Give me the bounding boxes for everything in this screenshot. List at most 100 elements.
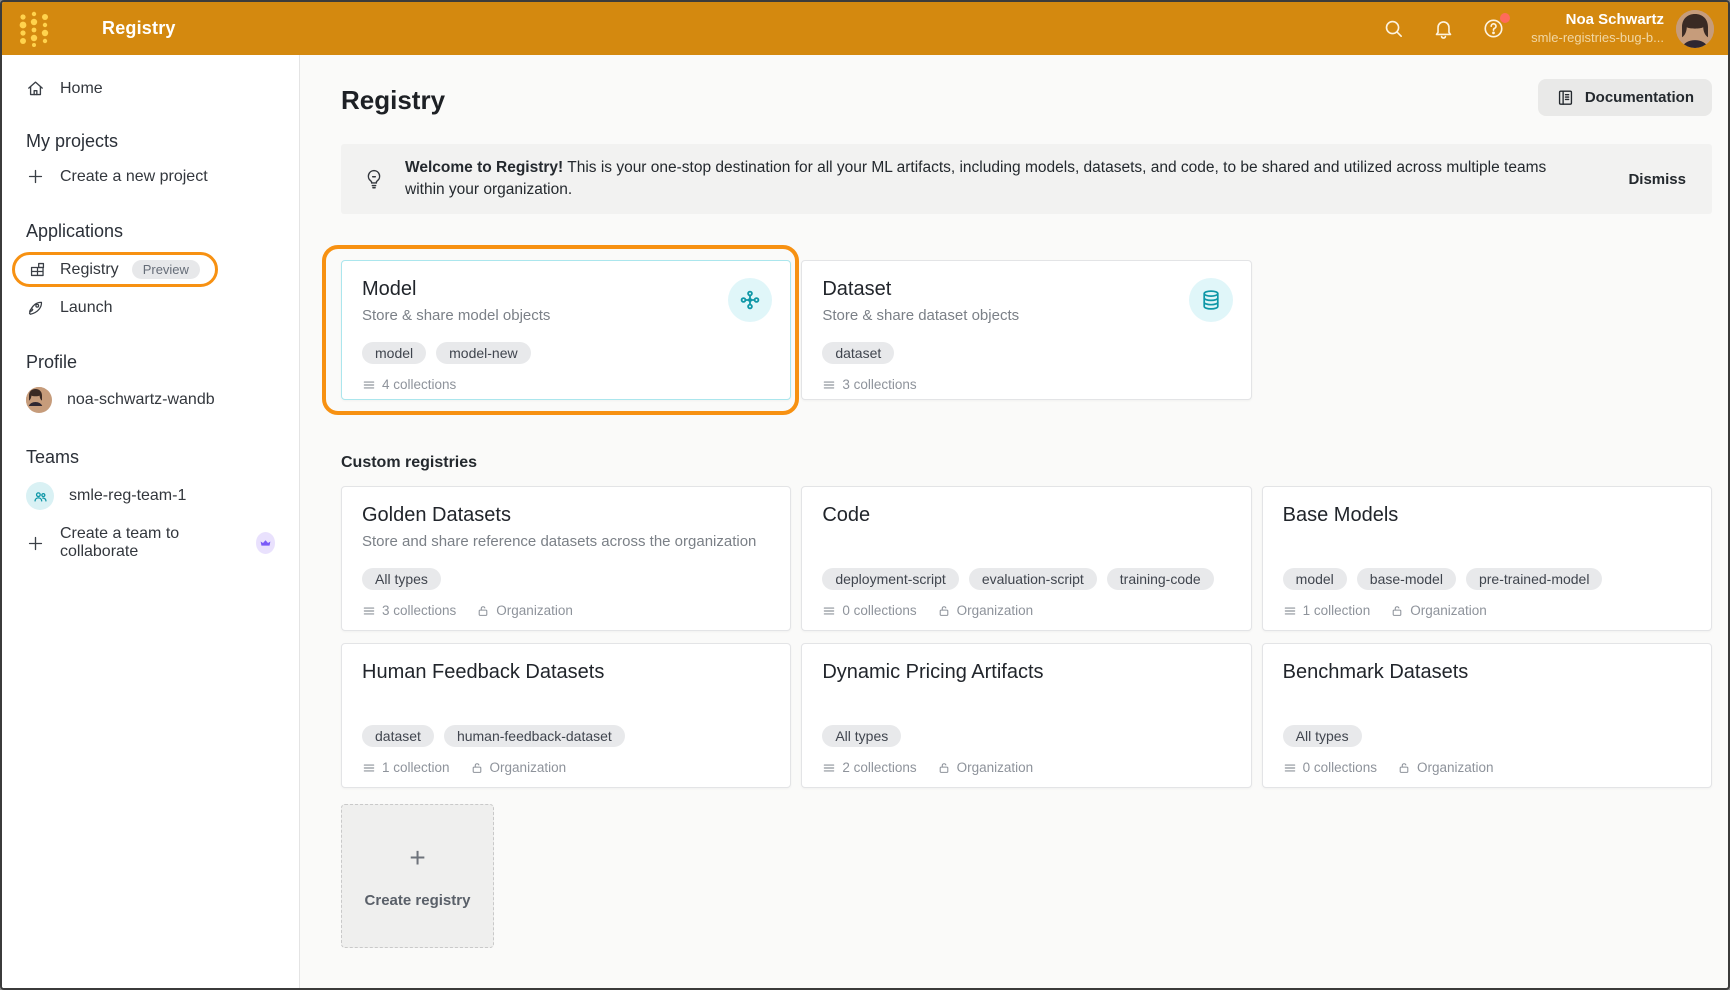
- book-icon: [1556, 88, 1575, 107]
- card-title: Dynamic Pricing Artifacts: [822, 661, 1230, 684]
- sidebar: Home My projects Create a new project Ap…: [2, 55, 300, 988]
- registry-card-benchmark-datasets[interactable]: Benchmark Datasets All types 0 collectio…: [1262, 643, 1712, 788]
- sidebar-item-label: smle-reg-team-1: [69, 487, 186, 505]
- registry-card-model[interactable]: Model Store & share model objects model …: [341, 260, 791, 400]
- card-subtitle: [1283, 533, 1691, 555]
- sidebar-item-create-team[interactable]: Create a team to collaborate: [2, 517, 299, 569]
- sidebar-item-registry[interactable]: Registry Preview: [12, 252, 218, 287]
- tag-pill: All types: [1283, 725, 1362, 747]
- card-title: Model: [362, 278, 770, 301]
- card-title: Benchmark Datasets: [1283, 661, 1691, 684]
- registry-card-dataset[interactable]: Dataset Store & share dataset objects da…: [801, 260, 1251, 400]
- documentation-button[interactable]: Documentation: [1538, 79, 1712, 116]
- registry-grid-icon: [28, 260, 47, 279]
- card-subtitle: Store & share model objects: [362, 307, 770, 329]
- sidebar-item-profile[interactable]: noa-schwartz-wandb: [2, 380, 299, 420]
- card-title: Golden Datasets: [362, 504, 770, 527]
- visibility-label: Organization: [957, 760, 1034, 775]
- sidebar-item-label: Create a new project: [60, 168, 208, 186]
- sidebar-item-create-project[interactable]: Create a new project: [2, 159, 299, 194]
- collections-list-icon: [1283, 604, 1297, 618]
- tag-pill: base-model: [1357, 568, 1456, 590]
- unlock-icon: [937, 761, 951, 775]
- sidebar-item-label: Home: [60, 80, 103, 98]
- create-registry-label: Create registry: [365, 892, 471, 909]
- tag-pill: dataset: [362, 725, 434, 747]
- create-registry-button[interactable]: + Create registry: [341, 804, 494, 948]
- collections-count: 0 collections: [1303, 760, 1377, 775]
- visibility-label: Organization: [957, 603, 1034, 618]
- welcome-banner-body: This is your one-stop destination for al…: [405, 159, 1546, 198]
- notification-dot: [1500, 13, 1510, 23]
- custom-registries-grid: Golden Datasets Store and share referenc…: [341, 486, 1712, 788]
- rocket-icon: [26, 298, 45, 317]
- card-subtitle: [362, 690, 770, 712]
- sidebar-heading-profile: Profile: [2, 352, 299, 373]
- card-subtitle: [822, 533, 1230, 555]
- tag-pill: model: [362, 342, 426, 364]
- registry-card-base-models[interactable]: Base Models model base-model pre-trained…: [1262, 486, 1712, 631]
- tag-pill: model: [1283, 568, 1347, 590]
- preview-badge: Preview: [132, 260, 200, 279]
- collections-list-icon: [362, 604, 376, 618]
- visibility-label: Organization: [496, 603, 573, 618]
- visibility-label: Organization: [1410, 603, 1487, 618]
- collections-count: 1 collection: [1303, 603, 1371, 618]
- collections-list-icon: [822, 761, 836, 775]
- sidebar-item-launch[interactable]: Launch: [2, 290, 299, 325]
- card-title: Base Models: [1283, 504, 1691, 527]
- page-title: Registry: [341, 85, 445, 116]
- help-icon[interactable]: [1481, 17, 1505, 41]
- topbar: Registry Noa Schwartz smle-registries-bu…: [2, 2, 1728, 55]
- sidebar-item-label: noa-schwartz-wandb: [67, 391, 215, 409]
- registry-card-code[interactable]: Code deployment-script evaluation-script…: [801, 486, 1251, 631]
- main-content: Registry Documentation Welcome to Reg: [300, 55, 1728, 988]
- registry-card-dynamic-pricing-artifacts[interactable]: Dynamic Pricing Artifacts All types 2 co…: [801, 643, 1251, 788]
- card-subtitle: Store and share reference datasets acros…: [362, 533, 770, 555]
- sidebar-heading-teams: Teams: [2, 447, 299, 468]
- plus-icon: [26, 167, 45, 186]
- sidebar-heading-applications: Applications: [2, 221, 299, 242]
- collections-count: 0 collections: [842, 603, 916, 618]
- user-menu[interactable]: Noa Schwartz smle-registries-bug-b...: [1531, 11, 1664, 46]
- tag-pill: evaluation-script: [969, 568, 1097, 590]
- sidebar-item-team[interactable]: smle-reg-team-1: [2, 475, 299, 517]
- wandb-logo-icon[interactable]: [16, 9, 52, 49]
- collections-count: 1 collection: [382, 760, 450, 775]
- search-icon[interactable]: [1381, 17, 1405, 41]
- card-title: Dataset: [822, 278, 1230, 301]
- unlock-icon: [476, 604, 490, 618]
- collections-list-icon: [362, 761, 376, 775]
- database-icon: [1189, 278, 1233, 322]
- unlock-icon: [1397, 761, 1411, 775]
- registry-card-human-feedback-datasets[interactable]: Human Feedback Datasets dataset human-fe…: [341, 643, 791, 788]
- welcome-banner: Welcome to Registry! This is your one-st…: [341, 144, 1712, 214]
- registry-card-golden-datasets[interactable]: Golden Datasets Store and share referenc…: [341, 486, 791, 631]
- visibility-label: Organization: [490, 760, 567, 775]
- notifications-bell-icon[interactable]: [1431, 17, 1455, 41]
- collections-list-icon: [822, 604, 836, 618]
- card-title: Human Feedback Datasets: [362, 661, 770, 684]
- tag-pill: pre-trained-model: [1466, 568, 1603, 590]
- sidebar-heading-my-projects: My projects: [2, 131, 299, 152]
- dismiss-button[interactable]: Dismiss: [1628, 171, 1686, 188]
- tag-pill: All types: [822, 725, 901, 747]
- sidebar-item-label: Launch: [60, 299, 113, 317]
- crown-icon: [256, 532, 275, 554]
- card-subtitle: [1283, 690, 1691, 712]
- user-avatar[interactable]: [1676, 10, 1714, 48]
- custom-registries-heading: Custom registries: [341, 454, 1712, 472]
- tag-pill: model-new: [436, 342, 530, 364]
- card-subtitle: [822, 690, 1230, 712]
- tag-pill: dataset: [822, 342, 894, 364]
- user-name: Noa Schwartz: [1531, 11, 1664, 30]
- app-window: Registry Noa Schwartz smle-registries-bu…: [0, 0, 1730, 990]
- documentation-label: Documentation: [1585, 89, 1694, 106]
- home-icon: [26, 79, 45, 98]
- welcome-banner-text: Welcome to Registry! This is your one-st…: [405, 157, 1628, 202]
- collections-count: 4 collections: [382, 377, 456, 392]
- sidebar-item-label: Create a team to collaborate: [60, 525, 239, 561]
- sidebar-item-home[interactable]: Home: [2, 71, 299, 106]
- core-registries-grid: Model Store & share model objects model …: [341, 260, 1712, 400]
- collections-count: 3 collections: [842, 377, 916, 392]
